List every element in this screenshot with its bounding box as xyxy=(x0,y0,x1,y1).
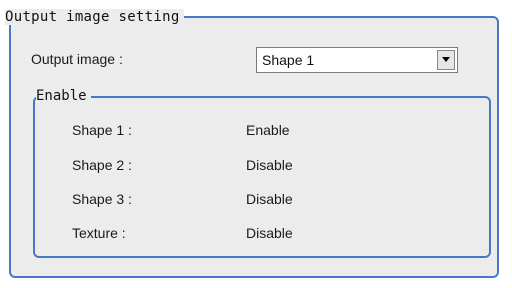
output-image-select[interactable]: Shape 1 xyxy=(256,47,458,73)
chevron-down-icon xyxy=(442,57,450,62)
output-image-selected-value: Shape 1 xyxy=(262,52,315,68)
enable-row-value-shape-2: Disable xyxy=(246,157,293,173)
enable-row-label-texture: Texture : xyxy=(72,225,126,241)
enable-group-title: Enable xyxy=(36,88,91,104)
panel-title: Output image setting xyxy=(5,9,184,25)
dropdown-button[interactable] xyxy=(437,50,455,70)
enable-row-label-shape-2: Shape 2 : xyxy=(72,157,132,173)
enable-row-value-texture: Disable xyxy=(246,225,293,241)
enable-row-label-shape-3: Shape 3 : xyxy=(72,191,132,207)
output-image-label: Output image : xyxy=(31,51,123,67)
enable-row-value-shape-3: Disable xyxy=(246,191,293,207)
enable-row-value-shape-1: Enable xyxy=(246,122,290,138)
enable-row-label-shape-1: Shape 1 : xyxy=(72,122,132,138)
